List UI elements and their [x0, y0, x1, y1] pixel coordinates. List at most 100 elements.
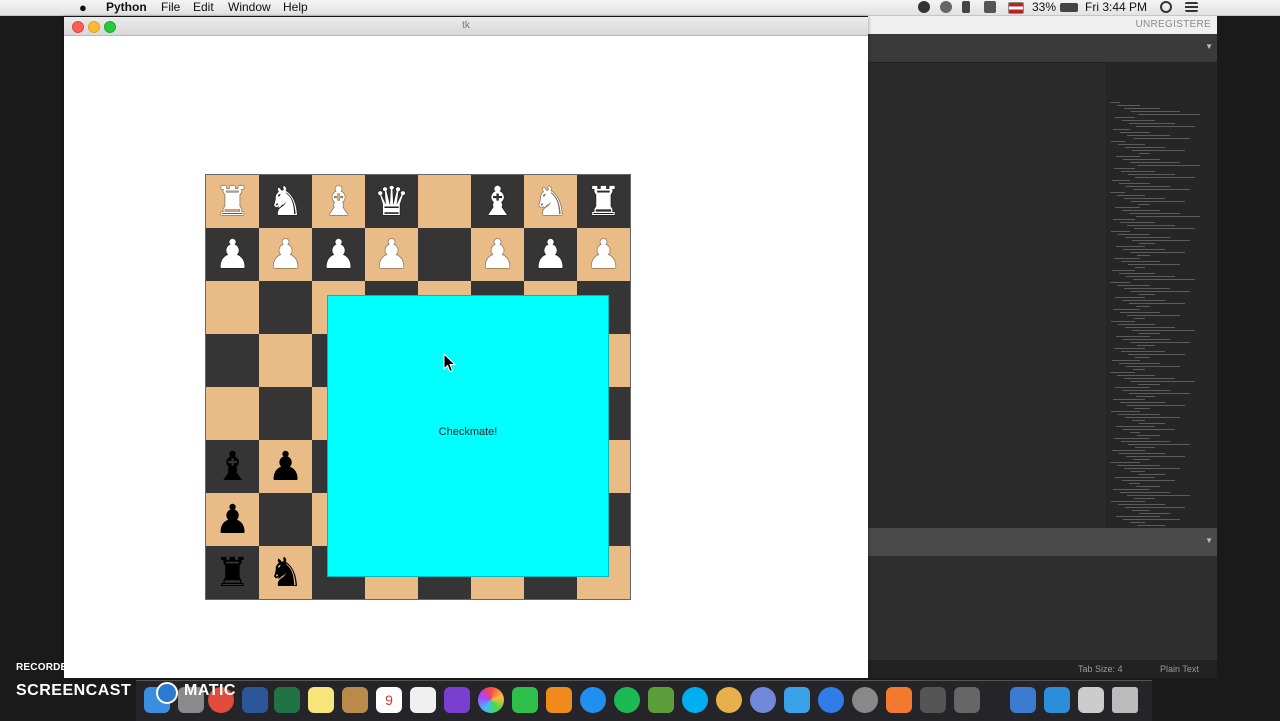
- minimap-line: [1136, 126, 1195, 127]
- board-square[interactable]: ♞: [524, 175, 577, 228]
- board-square[interactable]: ♝: [471, 175, 524, 228]
- editor-minimap[interactable]: [1106, 62, 1217, 528]
- board-square[interactable]: ♟: [577, 228, 630, 281]
- word-icon[interactable]: [242, 687, 268, 713]
- console-dropdown-icon[interactable]: ▼: [1205, 536, 1213, 545]
- chess-piece[interactable]: ♟: [374, 235, 410, 275]
- chess-piece[interactable]: ♟: [215, 500, 251, 540]
- board-square[interactable]: ♟: [471, 228, 524, 281]
- board-square[interactable]: [206, 387, 259, 440]
- minimap-line: [1111, 141, 1125, 142]
- bluetooth-icon[interactable]: [962, 1, 970, 13]
- spotify-icon[interactable]: [614, 687, 640, 713]
- board-square[interactable]: ♜: [206, 175, 259, 228]
- chess-piece[interactable]: ♟: [321, 235, 357, 275]
- menu-window[interactable]: Window: [228, 0, 271, 15]
- tk-titlebar[interactable]: tk: [64, 17, 868, 36]
- chess-piece[interactable]: ♟: [533, 235, 569, 275]
- editor-tab-bar[interactable]: [868, 34, 1217, 63]
- board-square[interactable]: ♝: [312, 175, 365, 228]
- trash-icon[interactable]: [1112, 687, 1138, 713]
- tex-icon[interactable]: [852, 687, 878, 713]
- board-square[interactable]: ♞: [259, 175, 312, 228]
- board-square[interactable]: ♛: [365, 175, 418, 228]
- board-square[interactable]: [206, 334, 259, 387]
- board-square[interactable]: ♟: [312, 228, 365, 281]
- chess-piece[interactable]: ♟: [268, 447, 304, 487]
- chess-piece[interactable]: ♞: [533, 182, 569, 222]
- chess-piece[interactable]: ♝: [321, 182, 357, 222]
- notification-center-icon[interactable]: [1185, 2, 1198, 12]
- chess-piece[interactable]: ♜: [215, 182, 251, 222]
- menu-file[interactable]: File: [161, 0, 180, 15]
- spotlight-search-icon[interactable]: [1160, 1, 1172, 13]
- input-source-flag-icon[interactable]: [1008, 2, 1024, 14]
- chess-piece[interactable]: ♛: [374, 182, 410, 222]
- discord-icon[interactable]: [750, 687, 776, 713]
- chess-piece[interactable]: ♟: [586, 235, 622, 275]
- skype-icon[interactable]: [682, 687, 708, 713]
- tab-size-indicator[interactable]: Tab Size: 4: [1078, 660, 1123, 678]
- board-square[interactable]: ♞: [259, 546, 312, 599]
- board-square[interactable]: ♝: [206, 440, 259, 493]
- imovie-star-icon[interactable]: [444, 687, 470, 713]
- apple-menu-icon[interactable]: ●: [79, 0, 87, 15]
- chess-piece[interactable]: ♞: [268, 553, 304, 593]
- contacts-icon[interactable]: [342, 687, 368, 713]
- app-store-icon[interactable]: [580, 687, 606, 713]
- menu-app-python[interactable]: Python: [106, 0, 147, 15]
- pen-tool-icon[interactable]: [954, 687, 980, 713]
- facetime-icon[interactable]: [512, 687, 538, 713]
- console-panel[interactable]: [868, 556, 1217, 668]
- excel-icon[interactable]: [274, 687, 300, 713]
- creative-cloud-icon[interactable]: [918, 1, 930, 13]
- screenshot-icon[interactable]: [920, 687, 946, 713]
- photos-icon[interactable]: [478, 687, 504, 713]
- board-square[interactable]: ♟: [365, 228, 418, 281]
- window-preview-icon[interactable]: [1078, 687, 1104, 713]
- weather-icon[interactable]: [716, 687, 742, 713]
- wifi-icon[interactable]: [984, 1, 996, 13]
- board-square[interactable]: ♟: [206, 228, 259, 281]
- chess-piece[interactable]: ♞: [268, 182, 304, 222]
- calendar-icon[interactable]: 9: [376, 687, 402, 713]
- board-square[interactable]: ♟: [206, 493, 259, 546]
- board-square[interactable]: [206, 281, 259, 334]
- battery-icon[interactable]: [1060, 3, 1078, 12]
- board-square[interactable]: [259, 493, 312, 546]
- chess-piece[interactable]: ♟: [268, 235, 304, 275]
- chess-piece[interactable]: ♜: [215, 553, 251, 593]
- syntax-indicator[interactable]: Plain Text: [1160, 660, 1199, 678]
- chess-piece[interactable]: ♝: [480, 182, 516, 222]
- board-square[interactable]: ♟: [259, 440, 312, 493]
- tab-dropdown-icon[interactable]: ▼: [1205, 42, 1213, 51]
- messages-icon[interactable]: [784, 687, 810, 713]
- checkmate-dialog[interactable]: Checkmate!: [327, 295, 609, 577]
- notes-icon[interactable]: [308, 687, 334, 713]
- board-square[interactable]: ♟: [524, 228, 577, 281]
- minimap-line: [1112, 180, 1130, 181]
- menu-edit[interactable]: Edit: [193, 0, 214, 15]
- board-square[interactable]: [259, 334, 312, 387]
- chess-piece[interactable]: ♜: [586, 182, 622, 222]
- sync-icon[interactable]: [940, 1, 952, 13]
- sublime-text-icon[interactable]: [886, 687, 912, 713]
- ibooks-icon[interactable]: [546, 687, 572, 713]
- documents-folder-icon[interactable]: [1010, 687, 1036, 713]
- safari-icon[interactable]: [818, 687, 844, 713]
- chess-piece[interactable]: ♝: [215, 447, 251, 487]
- chess-piece[interactable]: ♟: [480, 235, 516, 275]
- board-square[interactable]: ♟: [259, 228, 312, 281]
- board-square[interactable]: ♜: [577, 175, 630, 228]
- minecraft-icon[interactable]: [648, 687, 674, 713]
- clock[interactable]: Fri 3:44 PM: [1085, 0, 1147, 15]
- board-square[interactable]: [259, 387, 312, 440]
- menu-help[interactable]: Help: [283, 0, 308, 15]
- skype-file-icon[interactable]: [1044, 687, 1070, 713]
- board-square[interactable]: [418, 175, 471, 228]
- board-square[interactable]: [418, 228, 471, 281]
- board-square[interactable]: [259, 281, 312, 334]
- board-square[interactable]: ♜: [206, 546, 259, 599]
- reminders-icon[interactable]: [410, 687, 436, 713]
- chess-piece[interactable]: ♟: [215, 235, 251, 275]
